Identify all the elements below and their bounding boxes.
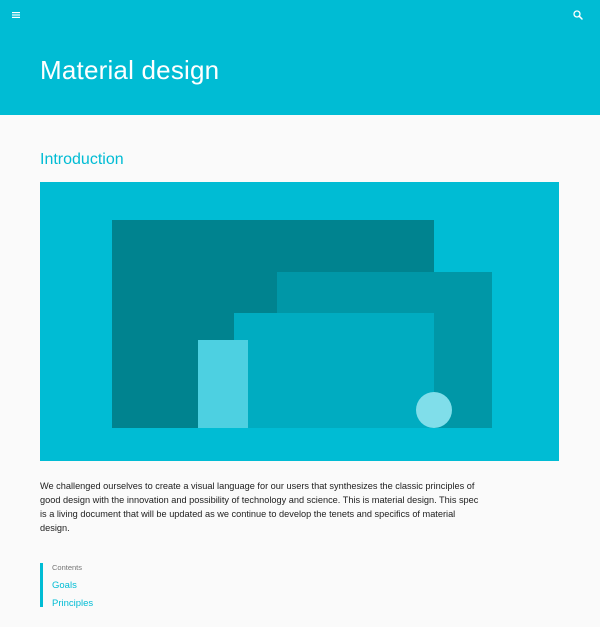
search-icon — [573, 10, 583, 20]
hero-shape-center-light — [234, 313, 434, 428]
contents-nav: Contents Goals Principles — [40, 563, 243, 610]
page-title: Material design — [40, 55, 220, 85]
app-bar: Material design — [0, 0, 600, 115]
search-button[interactable] — [568, 5, 588, 25]
contents-heading: Contents — [52, 563, 83, 572]
menu-button[interactable] — [6, 5, 26, 25]
hamburger-menu-icon — [12, 12, 20, 18]
contents-link-principles[interactable]: Principles — [52, 597, 93, 610]
intro-paragraph: We challenged ourselves to create a visu… — [40, 481, 479, 533]
hero-shape-circle — [416, 392, 452, 428]
section-title: Introduction — [40, 151, 124, 168]
contents-link-goals[interactable]: Goals — [52, 579, 77, 592]
hero-illustration — [40, 182, 559, 461]
hero-shape-pale-bar — [198, 340, 248, 428]
